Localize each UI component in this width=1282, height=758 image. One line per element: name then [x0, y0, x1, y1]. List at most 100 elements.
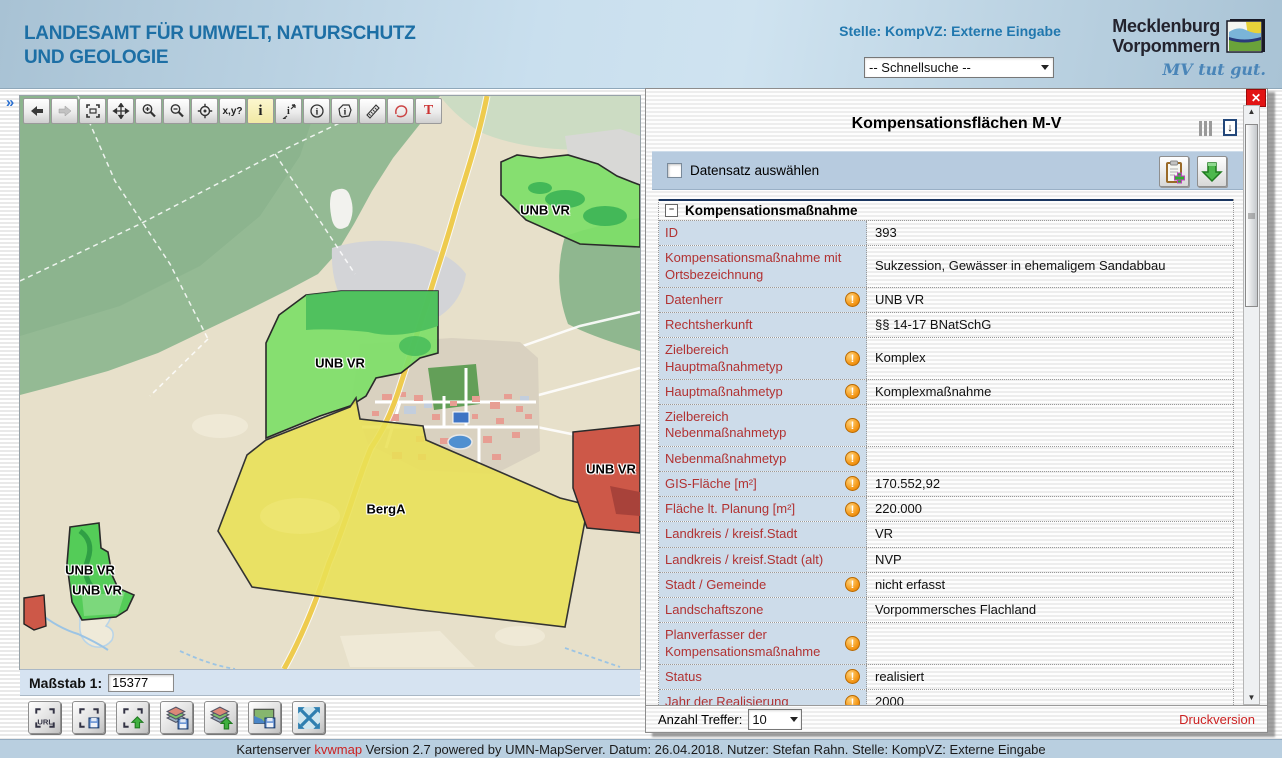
mv-logo-text: Mecklenburg Vorpommern: [1112, 16, 1220, 56]
svg-text:i: i: [315, 108, 318, 118]
layers-load-button[interactable]: [204, 701, 237, 734]
text-tool-button[interactable]: T: [415, 98, 442, 124]
attribute-label: Zielbereich Hauptmaßnahmetyp!: [659, 338, 867, 379]
forward-button[interactable]: [51, 98, 78, 124]
attribute-row: Hauptmaßnahmetyp!Komplexmaßnahme: [659, 380, 1233, 405]
warning-icon[interactable]: !: [845, 476, 860, 491]
warning-icon[interactable]: !: [845, 636, 860, 651]
attribute-value: nicht erfasst: [867, 573, 1233, 597]
attribute-row: Datenherr!UNB VR: [659, 288, 1233, 313]
full-extent-button[interactable]: [79, 98, 106, 124]
hits-select[interactable]: 10: [748, 709, 802, 730]
app-title: LANDESAMT FÜR UMWELT, NATURSCHUTZ UND GE…: [24, 22, 416, 70]
attribute-label: Rechtsherkunft: [659, 313, 867, 337]
attribute-value: Sukzession, Gewässer in ehemaligem Sanda…: [867, 246, 1233, 287]
chevron-down-icon: [790, 717, 798, 722]
zoom-in-button[interactable]: [135, 98, 162, 124]
warning-icon[interactable]: !: [845, 351, 860, 366]
extent-save-button[interactable]: [72, 701, 105, 734]
hits-value: 10: [752, 712, 786, 727]
map-feature-label: BergA: [366, 502, 405, 517]
map-image-save-button[interactable]: [248, 701, 281, 734]
zoom-out-button[interactable]: [163, 98, 190, 124]
quick-search-select[interactable]: -- Schnellsuche --: [864, 57, 1054, 78]
footer-brand: kvwmap: [314, 742, 362, 757]
info-expand-button[interactable]: i: [275, 98, 302, 124]
attribute-row: Jahr der Realisierung!2000: [659, 690, 1233, 705]
attribute-value: 220.000: [867, 497, 1233, 521]
svg-text:i: i: [287, 106, 290, 117]
attribute-value: Komplex: [867, 338, 1233, 379]
xy-query-button[interactable]: x,y?: [219, 98, 246, 124]
layers-save-button[interactable]: [160, 701, 193, 734]
attribute-row: GIS-Fläche [m²]!170.552,92: [659, 472, 1233, 497]
drag-handle-icon[interactable]: [1199, 121, 1212, 136]
info-query-button[interactable]: i: [247, 98, 274, 124]
scroll-up-icon[interactable]: ▲: [1244, 106, 1259, 118]
back-button[interactable]: [23, 98, 50, 124]
attribute-row: Planverfasser der Kompensationsmaßnahme!: [659, 623, 1233, 665]
attribute-label: Nebenmaßnahmetyp!: [659, 447, 867, 471]
zoom-full-extent-button[interactable]: [292, 701, 325, 734]
attribute-label: Hauptmaßnahmetyp!: [659, 380, 867, 404]
panel-collapse-icon[interactable]: ↓: [1223, 119, 1237, 136]
map-toolbar: x,y? i i i i T: [23, 98, 443, 124]
attribute-label: Landkreis / kreisf.Stadt: [659, 522, 867, 546]
warning-icon[interactable]: !: [845, 577, 860, 592]
warning-icon[interactable]: !: [845, 451, 860, 466]
attribute-row: Fläche lt. Planung [m²]!220.000: [659, 497, 1233, 522]
scale-label: Maßstab 1:: [29, 675, 102, 691]
footer-prefix: Kartenserver: [236, 742, 314, 757]
attribute-label: Planverfasser der Kompensationsmaßnahme!: [659, 623, 867, 664]
info-polygon-button[interactable]: i: [331, 98, 358, 124]
attribute-value: realisiert: [867, 665, 1233, 689]
attribute-table: − Kompensationsmaßnahme ID393Kompensatio…: [658, 199, 1234, 705]
info-label: i: [258, 103, 262, 120]
attribute-label: ID: [659, 221, 867, 245]
export-download-button[interactable]: [1197, 156, 1227, 187]
attribute-row: Zielbereich Hauptmaßnahmetyp!Komplex: [659, 338, 1233, 380]
scroll-down-icon[interactable]: ▼: [1244, 692, 1259, 704]
warning-icon[interactable]: !: [845, 384, 860, 399]
svg-text:i: i: [343, 108, 346, 118]
hits-label: Anzahl Treffer:: [658, 712, 742, 727]
warning-icon[interactable]: !: [845, 669, 860, 684]
map-feature-label: UNB VR: [520, 203, 570, 218]
measure-button[interactable]: [359, 98, 386, 124]
warning-icon[interactable]: !: [845, 502, 860, 517]
new-record-button[interactable]: [1159, 156, 1189, 187]
scrollbar-thumb[interactable]: [1245, 124, 1258, 307]
center-point-button[interactable]: [191, 98, 218, 124]
attribute-label: Fläche lt. Planung [m²]!: [659, 497, 867, 521]
warning-icon[interactable]: !: [845, 418, 860, 433]
logo-line1: Mecklenburg: [1112, 16, 1220, 36]
map-canvas[interactable]: UNB VRUNB VRUNB VRBergAUNB VRUNB VR: [20, 96, 640, 669]
panel-scrollbar[interactable]: ▲ ▼: [1243, 105, 1260, 705]
pan-button[interactable]: [107, 98, 134, 124]
attribute-row: Nebenmaßnahmetyp!: [659, 447, 1233, 472]
print-version-link[interactable]: Druckversion: [1179, 712, 1255, 727]
status-footer: Kartenserver kvwmap Version 2.7 powered …: [0, 739, 1282, 758]
scale-input[interactable]: [108, 674, 174, 692]
footer-suffix: Version 2.7 powered by UMN-MapServer. Da…: [362, 742, 1046, 757]
svg-text:URL: URL: [37, 717, 53, 726]
attribute-row: Stadt / Gemeinde!nicht erfasst: [659, 573, 1233, 598]
text-tool-label: T: [424, 103, 433, 119]
map-feature-label: UNB VR: [72, 583, 122, 598]
warning-icon[interactable]: !: [845, 292, 860, 307]
extent-load-button[interactable]: [116, 701, 149, 734]
attribute-value: [867, 447, 1233, 471]
info-circle-button[interactable]: i: [303, 98, 330, 124]
dataset-checkbox[interactable]: [667, 163, 682, 178]
collapse-section-icon[interactable]: −: [665, 204, 678, 217]
expand-sidebar-icon[interactable]: »: [1, 96, 19, 112]
warning-icon[interactable]: !: [845, 695, 860, 705]
attribute-row: Rechtsherkunft§§ 14-17 BNatSchG: [659, 313, 1233, 338]
attribute-value: [867, 405, 1233, 446]
attribute-row: Landkreis / kreisf.Stadt (alt)NVP: [659, 548, 1233, 573]
attribute-value: Vorpommersches Flachland: [867, 598, 1233, 622]
scale-bar: Maßstab 1:: [20, 669, 640, 696]
draw-polygon-button[interactable]: [387, 98, 414, 124]
extent-url-button[interactable]: URL: [28, 701, 61, 734]
logo-line2: Vorpommern: [1112, 36, 1220, 56]
